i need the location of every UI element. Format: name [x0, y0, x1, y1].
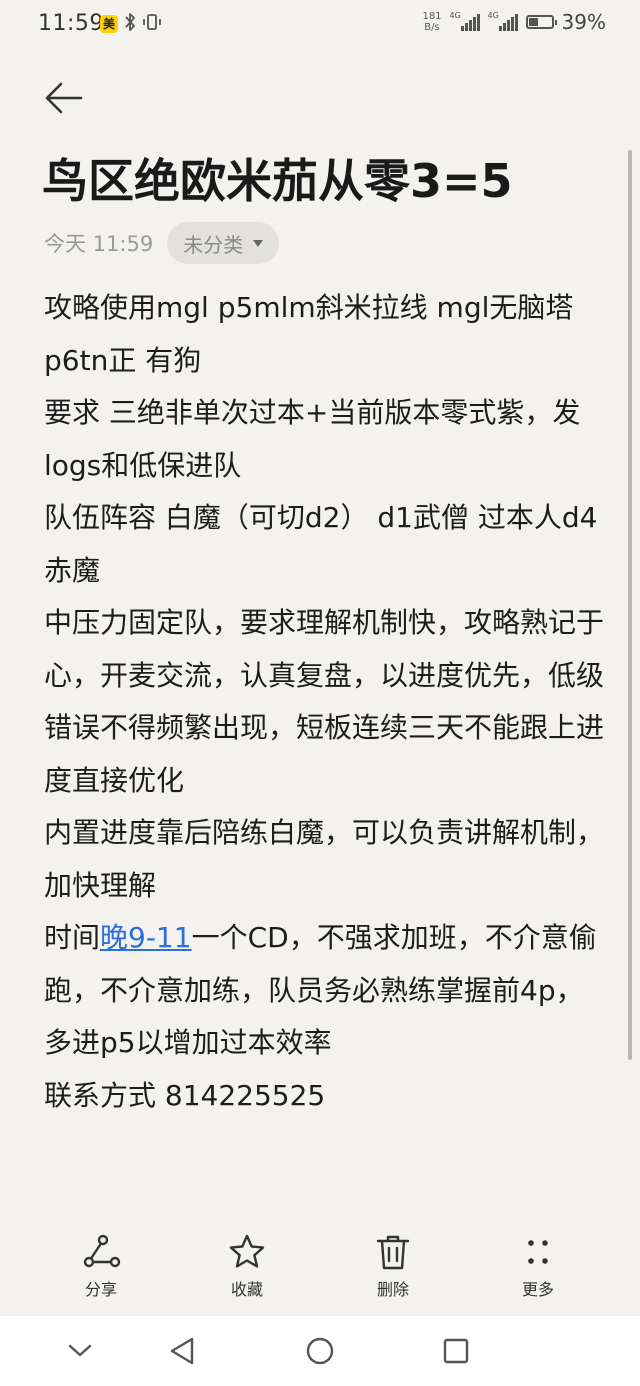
- signal-1-tag: 4G: [449, 11, 461, 20]
- note-title[interactable]: 鸟区绝欧米茄从零3=5: [42, 145, 513, 211]
- more-label: 更多: [521, 1280, 554, 1299]
- more-dots-icon: [528, 1240, 548, 1264]
- chevron-down-icon: [68, 1344, 92, 1357]
- star-icon: [229, 1234, 265, 1268]
- nav-back-button[interactable]: [162, 1331, 202, 1371]
- network-speed: 181 B/s: [422, 11, 441, 33]
- caret-down-icon: [253, 239, 264, 247]
- schedule-time-link[interactable]: 晚9-11: [100, 921, 192, 954]
- note-line: 要求 三绝非单次过本+当前版本零式紫，发logs和低保进队: [44, 396, 581, 482]
- battery-icon: [525, 15, 557, 29]
- triangle-back-icon: [170, 1337, 194, 1365]
- note-line: 内置进度靠后陪练白魔，可以负责讲解机制，加快理解: [44, 816, 605, 902]
- vibrate-icon: [142, 12, 162, 36]
- signal-2-icon: 4G: [488, 11, 518, 33]
- square-recent-icon: [443, 1338, 469, 1364]
- schedule-line: 时间晚9-11一个CD，不强求加班，不介意偷跑，不介意加练，队员务必熟练掌握前4…: [44, 912, 604, 1070]
- back-button[interactable]: [40, 75, 86, 121]
- nav-recent-button[interactable]: [436, 1331, 476, 1371]
- nav-home-button[interactable]: [300, 1331, 340, 1371]
- status-bar: 11:59 美 181 B/s 4G 4G 39%: [0, 0, 640, 50]
- note-line: 中压力固定队，要求理解机制快，攻略熟记于心，开麦交流，认真复盘，以进度优先，低级…: [44, 606, 605, 797]
- signal-1-icon: 4G: [450, 11, 480, 33]
- network-speed-value: 181: [422, 11, 442, 22]
- favorite-button[interactable]: 收藏: [202, 1232, 292, 1300]
- status-left-icons: 美: [100, 12, 162, 36]
- more-button[interactable]: 更多: [493, 1232, 583, 1300]
- meituan-app-icon: 美: [100, 15, 118, 33]
- note-timestamp: 今天 11:59: [44, 232, 154, 256]
- share-label: 分享: [84, 1280, 117, 1299]
- circle-home-icon: [306, 1337, 334, 1365]
- note-body[interactable]: 攻略使用mgl p5mlm斜米拉线 mgl无脑塔 p6tn正 有狗 要求 三绝非…: [44, 282, 604, 1122]
- arrow-left-icon: [45, 82, 83, 114]
- note-meta: 今天 11:59 未分类: [44, 222, 280, 264]
- nav-hide-keyboard-button[interactable]: [60, 1331, 100, 1371]
- network-speed-unit: B/s: [424, 22, 440, 33]
- delete-button[interactable]: 删除: [348, 1232, 438, 1300]
- favorite-label: 收藏: [230, 1280, 263, 1299]
- battery-percent: 39%: [561, 10, 606, 34]
- contact-line: 联系方式 814225525: [44, 1078, 326, 1112]
- trash-icon: [376, 1235, 410, 1270]
- bottom-toolbar: 分享 收藏 删除 更多: [0, 1232, 640, 1312]
- note-line: 队伍阵容 白魔（可切d2） d1武僧 过本人d4赤魔: [44, 501, 598, 587]
- schedule-prefix: 时间: [44, 921, 101, 954]
- share-button[interactable]: 分享: [56, 1232, 146, 1300]
- system-nav-bar: [0, 1316, 640, 1386]
- category-dropdown[interactable]: 未分类: [167, 222, 280, 264]
- category-label: 未分类: [183, 232, 244, 257]
- bluetooth-icon: [124, 12, 136, 36]
- delete-label: 删除: [376, 1280, 409, 1299]
- signal-2-tag: 4G: [487, 11, 499, 20]
- share-icon: [83, 1234, 121, 1268]
- scrollbar[interactable]: [628, 150, 632, 1060]
- status-time: 11:59: [38, 11, 104, 36]
- status-right-icons: 181 B/s 4G 4G 39%: [422, 10, 606, 34]
- note-line: 攻略使用mgl p5mlm斜米拉线 mgl无脑塔 p6tn正 有狗: [44, 291, 574, 377]
